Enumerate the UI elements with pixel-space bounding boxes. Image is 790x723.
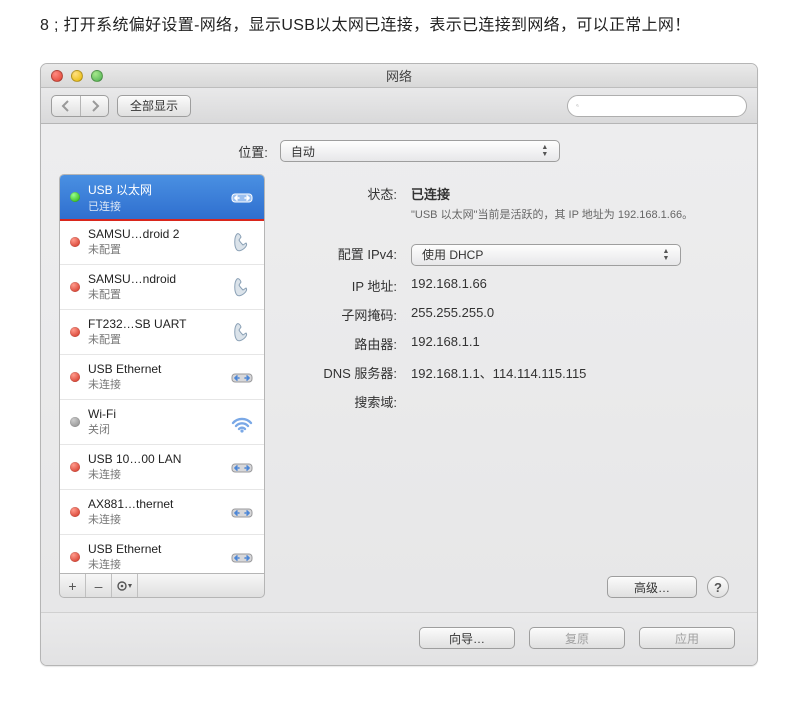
status-value: 已连接: [411, 184, 731, 203]
forward-button[interactable]: [80, 96, 108, 116]
config-ipv4-label: 配置 IPv4:: [281, 244, 411, 266]
status-dot-icon: [70, 372, 80, 382]
advanced-button[interactable]: 高级…: [607, 576, 697, 598]
popup-knob-icon: [658, 247, 674, 263]
config-ipv4-value: 使用 DHCP: [422, 246, 650, 263]
service-list-item[interactable]: USB Ethernet未连接: [60, 355, 264, 400]
phone-icon: [228, 273, 256, 301]
subnet-mask-value: 255.255.255.0: [411, 305, 731, 324]
show-all-button[interactable]: 全部显示: [117, 95, 191, 117]
location-label: 位置:: [238, 142, 268, 161]
eth-arrows-icon: [228, 183, 256, 211]
eth-arrows-icon: [228, 498, 256, 526]
instruction-text: 8 ; 打开系统偏好设置-网络，显示USB以太网已连接，表示已连接到网络，可以正…: [40, 12, 750, 39]
help-button[interactable]: ?: [707, 576, 729, 598]
service-list-item[interactable]: USB 以太网已连接: [60, 175, 264, 220]
service-status: 未配置: [88, 331, 228, 347]
service-status: 已连接: [88, 198, 228, 214]
location-row: 位置: 自动: [41, 124, 757, 174]
service-list[interactable]: USB 以太网已连接SAMSU…droid 2未配置SAMSU…ndroid未配…: [59, 174, 265, 574]
service-list-item[interactable]: SAMSU…droid 2未配置: [60, 220, 264, 265]
router-label: 路由器:: [281, 334, 411, 353]
ip-address-value: 192.168.1.66: [411, 276, 731, 295]
service-list-item[interactable]: USB 10…00 LAN未连接: [60, 445, 264, 490]
service-gear-button[interactable]: [112, 574, 138, 597]
wifi-icon: [228, 408, 256, 436]
status-dot-icon: [70, 282, 80, 292]
revert-button[interactable]: 复原: [529, 627, 625, 649]
phone-icon: [228, 318, 256, 346]
service-name: AX881…thernet: [88, 497, 228, 511]
status-dot-icon: [70, 192, 80, 202]
service-name: SAMSU…droid 2: [88, 227, 228, 241]
service-name: FT232…SB UART: [88, 317, 228, 331]
window-titlebar: 网络: [41, 64, 757, 88]
eth-arrows-icon: [228, 453, 256, 481]
dns-value: 192.168.1.1、114.114.115.115: [411, 363, 731, 382]
window-title: 网络: [41, 66, 757, 85]
ip-address-label: IP 地址:: [281, 276, 411, 295]
status-dot-icon: [70, 237, 80, 247]
apply-button[interactable]: 应用: [639, 627, 735, 649]
router-value: 192.168.1.1: [411, 334, 731, 353]
service-detail: 状态: 已连接 "USB 以太网"当前是活跃的，其 IP 地址为 192.168…: [281, 174, 739, 598]
service-list-item[interactable]: AX881…thernet未连接: [60, 490, 264, 535]
search-icon: [576, 99, 579, 112]
remove-service-button[interactable]: –: [86, 574, 112, 597]
service-status: 未连接: [88, 466, 228, 482]
service-status: 未配置: [88, 241, 228, 257]
status-dot-icon: [70, 552, 80, 562]
search-input[interactable]: [583, 99, 738, 113]
add-service-button[interactable]: +: [60, 574, 86, 597]
service-name: Wi-Fi: [88, 407, 228, 421]
subnet-mask-label: 子网掩码:: [281, 305, 411, 324]
search-domain-label: 搜索域:: [281, 392, 411, 411]
back-button[interactable]: [52, 96, 80, 116]
service-name: USB 以太网: [88, 181, 228, 198]
assistant-button[interactable]: 向导…: [419, 627, 515, 649]
service-status: 未连接: [88, 376, 228, 392]
service-name: USB Ethernet: [88, 362, 228, 376]
service-status: 未配置: [88, 286, 228, 302]
location-value: 自动: [291, 143, 529, 160]
window-footer: 向导… 复原 应用: [41, 612, 757, 665]
service-list-item[interactable]: Wi-Fi关闭: [60, 400, 264, 445]
status-label: 状态:: [281, 184, 411, 224]
service-status: 未连接: [88, 556, 228, 572]
service-list-item[interactable]: USB Ethernet未连接: [60, 535, 264, 574]
phone-icon: [228, 228, 256, 256]
service-name: SAMSU…ndroid: [88, 272, 228, 286]
service-status: 关闭: [88, 421, 228, 437]
config-ipv4-popup[interactable]: 使用 DHCP: [411, 244, 681, 266]
service-list-item[interactable]: FT232…SB UART未配置: [60, 310, 264, 355]
search-domain-value: [411, 392, 731, 411]
service-status: 未连接: [88, 511, 228, 527]
status-dot-icon: [70, 417, 80, 427]
service-list-footer: + –: [59, 574, 265, 598]
popup-knob-icon: [537, 143, 553, 159]
status-dot-icon: [70, 507, 80, 517]
status-dot-icon: [70, 327, 80, 337]
window-toolbar: 全部显示: [41, 88, 757, 124]
gear-icon: [116, 579, 134, 593]
chevron-right-icon: [89, 100, 101, 112]
eth-arrows-icon: [228, 363, 256, 391]
nav-back-forward: [51, 95, 109, 117]
status-dot-icon: [70, 462, 80, 472]
location-popup[interactable]: 自动: [280, 140, 560, 162]
chevron-left-icon: [60, 100, 72, 112]
eth-arrows-icon: [228, 543, 256, 571]
search-field[interactable]: [567, 95, 747, 117]
service-name: USB Ethernet: [88, 542, 228, 556]
network-prefs-window: 网络 全部显示 位置:: [40, 63, 758, 666]
service-name: USB 10…00 LAN: [88, 452, 228, 466]
service-list-item[interactable]: SAMSU…ndroid未配置: [60, 265, 264, 310]
status-desc: "USB 以太网"当前是活跃的，其 IP 地址为 192.168.1.66。: [411, 207, 731, 224]
dns-label: DNS 服务器:: [281, 363, 411, 382]
